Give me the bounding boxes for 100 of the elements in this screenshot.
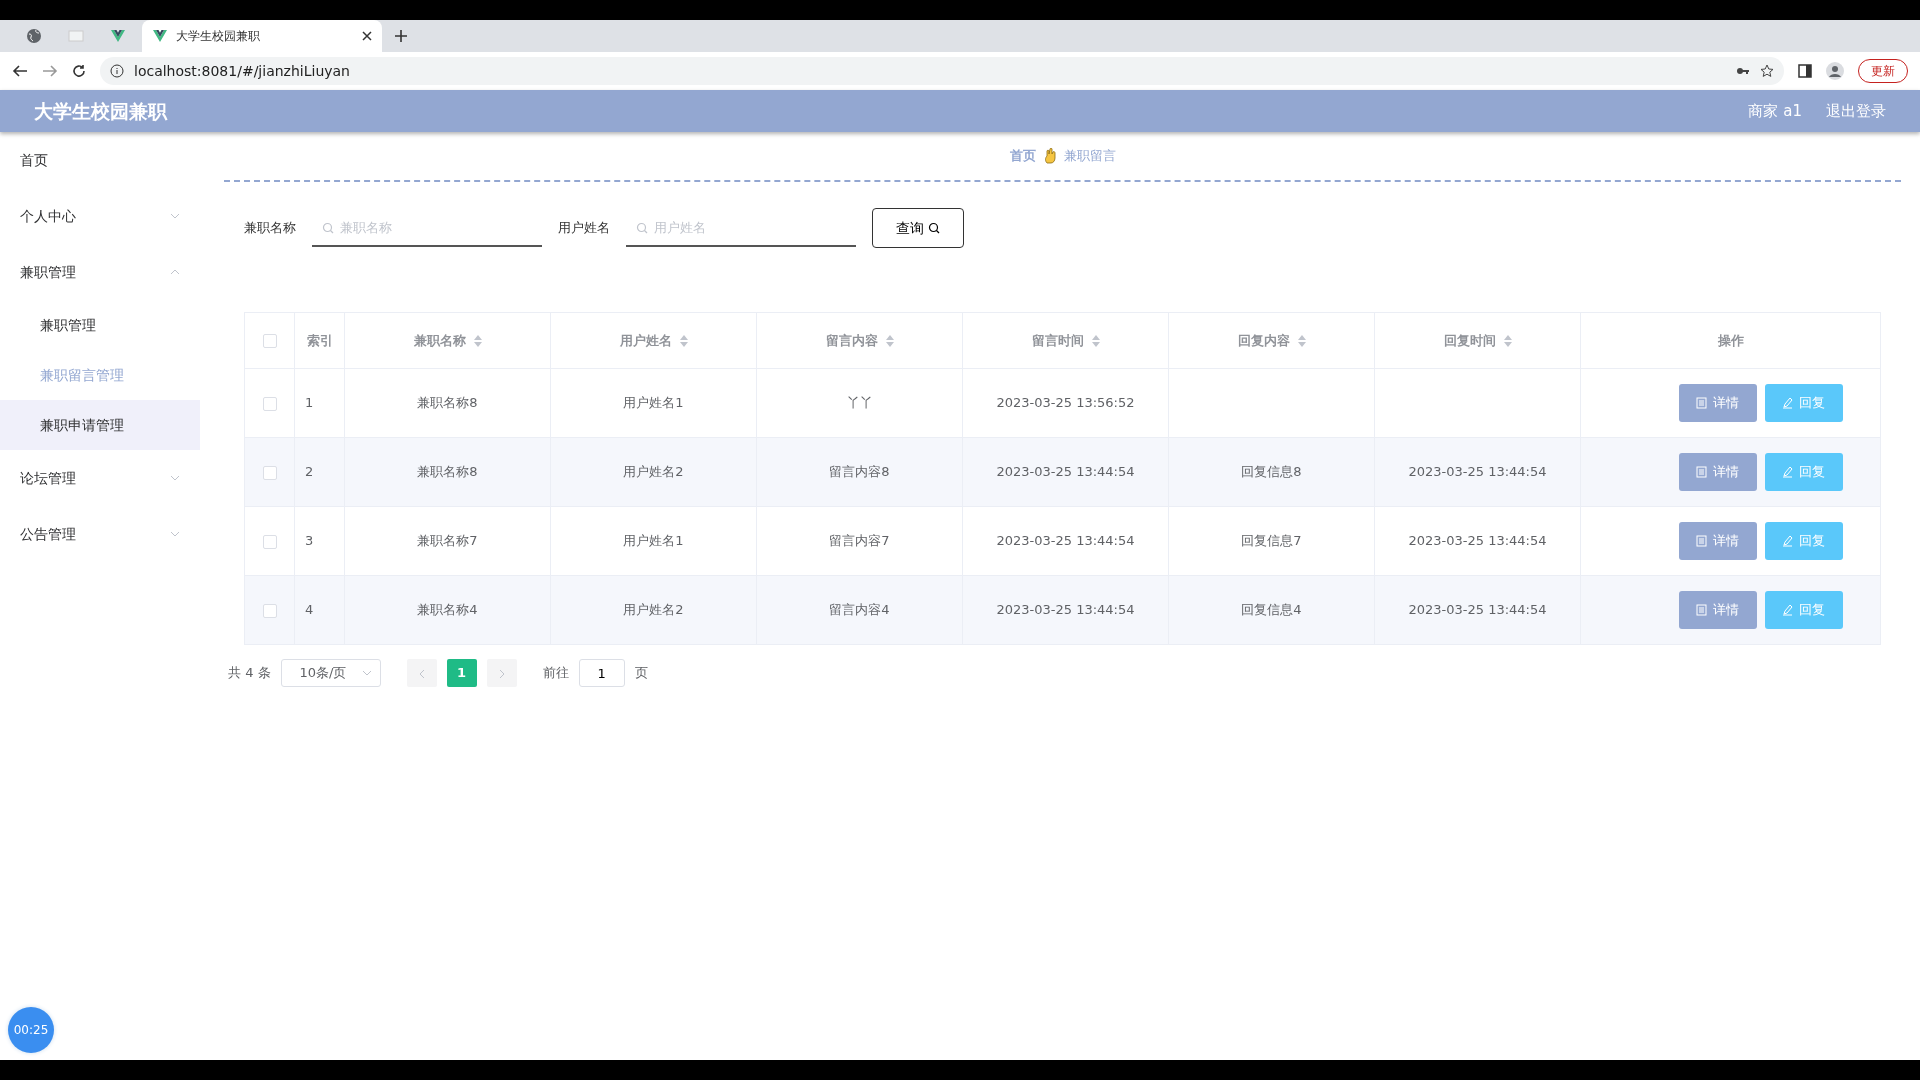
- table-cell: 2023-03-25 13:44:54: [996, 464, 1135, 480]
- pencil-icon: [1782, 466, 1793, 478]
- address-text: localhost:8081/#/jianzhiLiuyan: [134, 61, 350, 81]
- sidebar-item[interactable]: 兼职管理: [0, 244, 200, 300]
- sort-icon: [679, 334, 688, 347]
- pencil-icon: [1782, 535, 1793, 547]
- table-cell: 回复信息4: [1241, 602, 1302, 618]
- hand-icon: [1043, 148, 1056, 164]
- table-cell: 回复信息7: [1241, 533, 1302, 549]
- sidebar-subitem[interactable]: 兼职管理: [0, 300, 200, 350]
- reply-button[interactable]: 回复: [1764, 522, 1843, 560]
- document-icon: [1696, 535, 1707, 547]
- page-icon: [68, 28, 84, 44]
- field-label: 兼职名称: [244, 219, 296, 238]
- new-tab-icon: [394, 29, 408, 43]
- goto-label: 前往: [542, 664, 569, 683]
- details-button[interactable]: 详情: [1678, 384, 1757, 422]
- reload-icon: [72, 64, 86, 78]
- chevron-down-icon: [361, 670, 372, 676]
- column-header[interactable]: 回复时间: [1443, 330, 1512, 351]
- reply-button[interactable]: 回复: [1764, 384, 1843, 422]
- pencil-icon: [1782, 604, 1793, 616]
- reply-button[interactable]: 回复: [1764, 453, 1843, 491]
- table-cell: 兼职名称8: [417, 395, 478, 411]
- document-icon: [1696, 466, 1707, 478]
- document-icon: [1696, 604, 1707, 616]
- sort-icon: [1091, 334, 1100, 347]
- vue-logo-icon: [110, 28, 126, 44]
- column-header[interactable]: 留言时间: [1031, 330, 1100, 351]
- sidebar-item[interactable]: 论坛管理: [0, 450, 200, 506]
- table-cell: 3: [305, 533, 314, 549]
- chevron-up-icon: [170, 269, 180, 275]
- chevron-down-icon: [170, 531, 180, 537]
- column-header: 索引: [306, 331, 333, 350]
- total-count: 共 4 条: [228, 664, 271, 683]
- avatar-icon: [1826, 62, 1844, 80]
- page-size-select[interactable]: 10条/页: [280, 659, 381, 687]
- row-checkbox[interactable]: [262, 534, 277, 549]
- reply-button[interactable]: 回复: [1764, 591, 1843, 629]
- star-icon: [1760, 64, 1774, 78]
- app-title: 大学生校园兼职: [34, 98, 167, 124]
- document-icon: [1696, 397, 1707, 409]
- table-cell: 兼职名称8: [417, 464, 478, 480]
- table-cell: 兼职名称7: [417, 533, 478, 549]
- back-icon: [12, 64, 28, 78]
- column-header[interactable]: 兼职名称: [413, 330, 482, 351]
- sidebar-item[interactable]: 首页: [0, 132, 200, 188]
- column-header[interactable]: 用户姓名: [619, 330, 688, 351]
- chevron-right-icon: [498, 668, 505, 679]
- sort-icon: [1297, 334, 1306, 347]
- prev-page-button[interactable]: [406, 659, 437, 687]
- sidebar-icon: [1798, 64, 1812, 78]
- search-button[interactable]: 查询: [872, 208, 964, 248]
- tab-title: 大学生校园兼职: [176, 28, 260, 45]
- details-button[interactable]: 详情: [1678, 591, 1757, 629]
- page-button[interactable]: 1: [446, 659, 477, 687]
- sidebar-item[interactable]: 公告管理: [0, 506, 200, 562]
- browser-tab[interactable]: 大学生校园兼职: [142, 20, 382, 52]
- address-bar[interactable]: localhost:8081/#/jianzhiLiuyan: [100, 57, 1784, 85]
- column-header: 操作: [1717, 331, 1744, 350]
- row-checkbox[interactable]: [262, 465, 277, 480]
- breadcrumb-link[interactable]: 首页: [1009, 146, 1036, 166]
- user-label: 商家 a1: [1748, 100, 1802, 122]
- table-cell: 留言内容4: [829, 602, 890, 618]
- column-header[interactable]: 回复内容: [1237, 330, 1306, 351]
- forward-icon: [42, 64, 58, 78]
- sidebar-subitem[interactable]: 兼职留言管理: [0, 350, 200, 400]
- row-checkbox[interactable]: [262, 396, 277, 411]
- table-cell: 用户姓名1: [623, 533, 684, 549]
- table-cell: 回复信息8: [1241, 464, 1302, 480]
- table-cell: 用户姓名2: [623, 602, 684, 618]
- table-cell: 2023-03-25 13:44:54: [996, 602, 1135, 618]
- search-icon: [636, 222, 648, 234]
- sidebar-item[interactable]: 个人中心: [0, 188, 200, 244]
- chevron-down-icon: [170, 213, 180, 219]
- details-button[interactable]: 详情: [1678, 453, 1757, 491]
- select-all-checkbox[interactable]: [262, 334, 277, 349]
- next-page-button[interactable]: [486, 659, 517, 687]
- table-cell: 留言内容7: [829, 533, 890, 549]
- sidebar-subitem[interactable]: 兼职申请管理: [0, 400, 200, 450]
- chevron-down-icon: [170, 475, 180, 481]
- table-cell: 4: [305, 602, 314, 618]
- vue-logo-icon: [152, 28, 168, 44]
- table-cell: 2: [305, 464, 314, 480]
- update-button[interactable]: 更新: [1858, 59, 1908, 83]
- field-label: 用户姓名: [558, 219, 610, 238]
- search-icon: [322, 222, 334, 234]
- breadcrumb-link[interactable]: 兼职留言: [1063, 146, 1116, 166]
- details-button[interactable]: 详情: [1678, 522, 1757, 560]
- pencil-icon: [1782, 397, 1793, 409]
- table-cell: 丫丫: [846, 395, 873, 411]
- table-cell: 留言内容8: [829, 464, 890, 480]
- page-input[interactable]: 1: [578, 659, 625, 687]
- column-header[interactable]: 留言内容: [825, 330, 894, 351]
- sort-icon: [1503, 334, 1512, 347]
- row-checkbox[interactable]: [262, 603, 277, 618]
- page-suffix: 页: [634, 664, 648, 683]
- info-icon: [110, 64, 124, 78]
- table-cell: 2023-03-25 13:44:54: [1408, 464, 1547, 480]
- logout-link[interactable]: 退出登录: [1826, 99, 1886, 123]
